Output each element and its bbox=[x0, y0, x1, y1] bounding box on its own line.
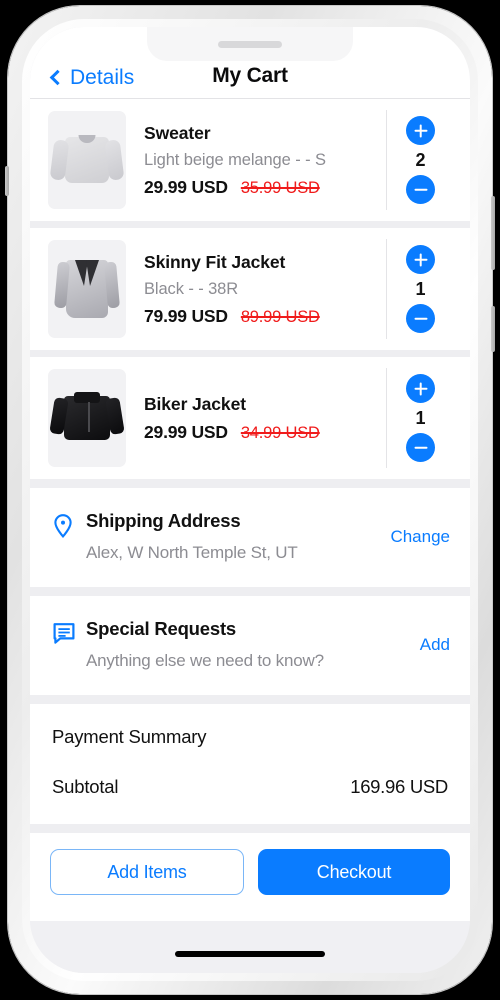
product-thumbnail[interactable] bbox=[48, 369, 126, 467]
chevron-left-icon bbox=[49, 69, 66, 86]
subtotal-label: Subtotal bbox=[52, 776, 119, 797]
subtotal-row: Subtotal 169.96 USD bbox=[52, 776, 448, 798]
cart-item-card: Skinny Fit Jacket Black - - 38R 79.99 US… bbox=[30, 228, 470, 350]
increase-quantity-button[interactable] bbox=[406, 245, 435, 274]
home-indicator[interactable] bbox=[175, 951, 325, 957]
section-divider bbox=[30, 479, 470, 488]
special-requests-title: Special Requests bbox=[86, 618, 237, 639]
cart-app: Details My Cart Sweater Light beige mela… bbox=[30, 27, 470, 973]
product-variant: Light beige melange - - S bbox=[144, 150, 326, 169]
payment-summary-card: Payment Summary Subtotal 169.96 USD bbox=[30, 704, 470, 824]
shipping-address-text: Shipping Address Alex, W North Temple St… bbox=[86, 510, 380, 563]
section-divider bbox=[30, 587, 470, 596]
product-name: Biker Jacket bbox=[144, 393, 246, 414]
sweater-illustration bbox=[49, 135, 125, 183]
special-requests-row[interactable]: Special Requests Anything else we need t… bbox=[30, 596, 470, 695]
quantity-stepper: 1 bbox=[386, 239, 454, 339]
quantity-stepper: 1 bbox=[386, 368, 454, 468]
decrease-quantity-button[interactable] bbox=[406, 175, 435, 204]
add-items-button[interactable]: Add Items bbox=[50, 849, 244, 895]
product-info: Biker Jacket 29.99 USD 34.99 USD bbox=[126, 394, 386, 443]
section-divider bbox=[30, 695, 470, 704]
price-group: 79.99 USD 89.99 USD bbox=[144, 306, 386, 327]
product-original-price: 89.99 USD bbox=[240, 307, 320, 326]
back-button-label: Details bbox=[70, 66, 135, 89]
quantity-stepper: 2 bbox=[386, 110, 454, 210]
product-original-price: 34.99 USD bbox=[240, 423, 320, 442]
earpiece-speaker bbox=[218, 41, 282, 48]
special-requests-card: Special Requests Anything else we need t… bbox=[30, 596, 470, 695]
biker-jacket-illustration bbox=[49, 392, 125, 440]
phone-screen: Details My Cart Sweater Light beige mela… bbox=[30, 27, 470, 973]
shipping-address-title: Shipping Address bbox=[86, 510, 241, 531]
section-divider bbox=[30, 221, 470, 228]
chat-bubble-icon bbox=[52, 618, 86, 650]
quantity-value: 1 bbox=[415, 279, 426, 299]
phone-side-button-2[interactable] bbox=[491, 306, 495, 352]
cart-item-row[interactable]: Skinny Fit Jacket Black - - 38R 79.99 US… bbox=[30, 228, 470, 350]
change-address-button[interactable]: Change bbox=[380, 527, 450, 547]
product-info: Skinny Fit Jacket Black - - 38R 79.99 US… bbox=[126, 252, 386, 327]
blazer-illustration bbox=[54, 260, 120, 318]
section-divider bbox=[30, 350, 470, 357]
product-name: Skinny Fit Jacket bbox=[144, 251, 286, 272]
section-divider bbox=[30, 824, 470, 833]
shipping-address-row[interactable]: Shipping Address Alex, W North Temple St… bbox=[30, 488, 470, 587]
cart-item-row[interactable]: Sweater Light beige melange - - S 29.99 … bbox=[30, 99, 470, 221]
cart-item-card: Sweater Light beige melange - - S 29.99 … bbox=[30, 99, 470, 221]
product-price: 29.99 USD bbox=[144, 176, 228, 197]
product-price: 79.99 USD bbox=[144, 305, 228, 326]
location-pin-icon bbox=[52, 510, 86, 544]
price-group: 29.99 USD 35.99 USD bbox=[144, 177, 386, 198]
phone-volume-button[interactable] bbox=[5, 166, 9, 196]
screenshot-stage: Details My Cart Sweater Light beige mela… bbox=[0, 0, 500, 1000]
cart-scroll-area[interactable]: Sweater Light beige melange - - S 29.99 … bbox=[30, 99, 470, 973]
quantity-value: 2 bbox=[415, 150, 426, 170]
product-price: 29.99 USD bbox=[144, 421, 228, 442]
checkout-button[interactable]: Checkout bbox=[258, 849, 450, 895]
special-requests-text: Special Requests Anything else we need t… bbox=[86, 618, 410, 671]
back-button[interactable]: Details bbox=[49, 66, 135, 90]
payment-summary: Payment Summary Subtotal 169.96 USD bbox=[30, 704, 470, 824]
price-group: 29.99 USD 34.99 USD bbox=[144, 422, 386, 443]
product-original-price: 35.99 USD bbox=[240, 178, 320, 197]
payment-summary-title: Payment Summary bbox=[52, 726, 207, 747]
product-variant: Black - - 38R bbox=[144, 279, 239, 298]
special-requests-placeholder: Anything else we need to know? bbox=[86, 651, 324, 670]
product-thumbnail[interactable] bbox=[48, 240, 126, 338]
shipping-address-value: Alex, W North Temple St, UT bbox=[86, 543, 298, 562]
cart-actions: Add Items Checkout bbox=[30, 833, 470, 921]
cart-item-card: Biker Jacket 29.99 USD 34.99 USD 1 bbox=[30, 357, 470, 479]
phone-power-button[interactable] bbox=[491, 196, 495, 270]
subtotal-value: 169.96 USD bbox=[350, 776, 448, 797]
increase-quantity-button[interactable] bbox=[406, 374, 435, 403]
product-thumbnail[interactable] bbox=[48, 111, 126, 209]
add-special-request-button[interactable]: Add bbox=[410, 635, 450, 655]
cart-item-row[interactable]: Biker Jacket 29.99 USD 34.99 USD 1 bbox=[30, 357, 470, 479]
decrease-quantity-button[interactable] bbox=[406, 433, 435, 462]
quantity-value: 1 bbox=[415, 408, 426, 428]
increase-quantity-button[interactable] bbox=[406, 116, 435, 145]
shipping-address-card: Shipping Address Alex, W North Temple St… bbox=[30, 488, 470, 587]
phone-frame: Details My Cart Sweater Light beige mela… bbox=[5, 6, 495, 994]
decrease-quantity-button[interactable] bbox=[406, 304, 435, 333]
product-info: Sweater Light beige melange - - S 29.99 … bbox=[126, 123, 386, 198]
product-name: Sweater bbox=[144, 122, 211, 143]
phone-notch bbox=[147, 27, 353, 61]
